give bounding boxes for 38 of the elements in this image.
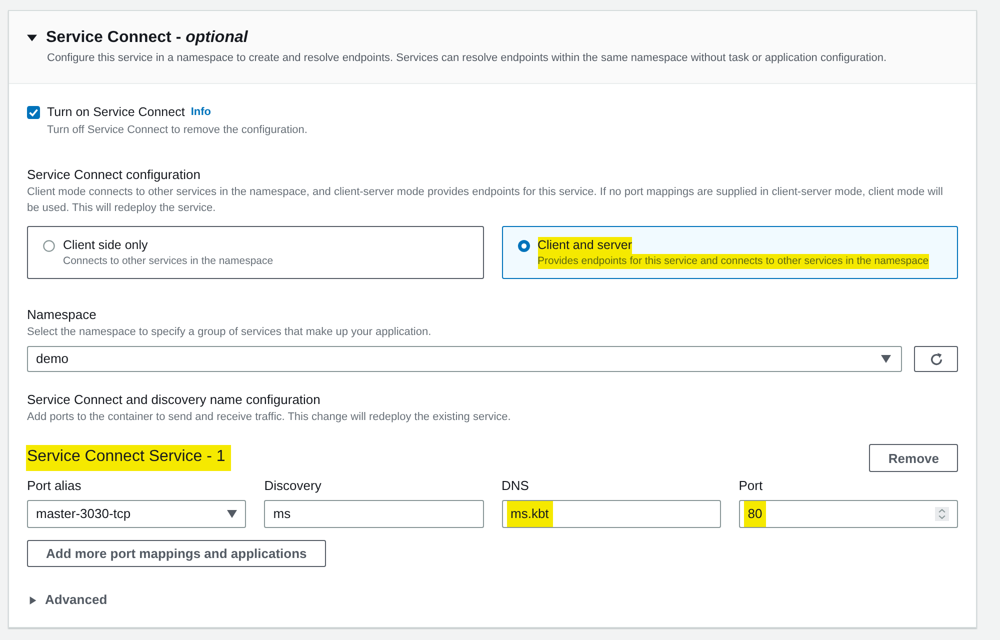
refresh-button[interactable] xyxy=(914,346,958,372)
option-label: Client and server xyxy=(538,237,632,254)
caret-icon xyxy=(881,355,891,363)
checkbox-label: Turn on Service Connect xyxy=(47,104,185,121)
field-label: Discovery xyxy=(264,477,322,495)
checkbox[interactable] xyxy=(27,106,40,118)
checkbox-description: Turn off Service Connect to remove the configuration. xyxy=(47,123,308,137)
add-mapping-button[interactable]: Add more port mappings and applications xyxy=(27,540,326,567)
number-field[interactable]: 80 xyxy=(738,500,958,528)
remove-button[interactable]: Remove xyxy=(869,444,958,472)
option-description: Connects to other services in the namespace xyxy=(63,254,274,269)
field-label: Service Connect configuration xyxy=(27,166,200,184)
field-label: DNS xyxy=(502,477,529,495)
input-field[interactable]: ms.kbt xyxy=(502,500,721,528)
refresh-icon xyxy=(928,352,944,366)
field-description: Select the namespace to specify a group of services that make up your application. xyxy=(27,325,432,340)
section-toggle[interactable]: Service Connect - optional xyxy=(27,29,248,47)
radio-card[interactable]: Client side only Connects to other services in the namespace xyxy=(27,226,484,279)
section-description: Configure this service in a namespace to create and resolve endpoints. Services can resolve endpoints within the same namespace without task or application configuration. xyxy=(47,51,888,65)
caret-icon xyxy=(227,510,238,518)
input-field[interactable]: ms xyxy=(264,500,484,528)
field-label: Port xyxy=(738,477,763,495)
service-heading: Service Connect Service - 1 xyxy=(26,445,232,471)
option-description: Provides endpoints for this service and connects to other services in the namespace xyxy=(538,254,929,269)
radio-button[interactable] xyxy=(43,240,55,252)
field-label: Namespace xyxy=(27,306,96,324)
radio-card[interactable]: Client and server Provides endpoints for this service and connects to other services in the namespace xyxy=(502,226,958,279)
radio-button[interactable] xyxy=(518,240,530,252)
port-alias-select[interactable]: master-3030-tcp xyxy=(27,500,246,528)
field-label: Service Connect and discovery name configuration xyxy=(27,391,320,409)
info-link[interactable]: Info xyxy=(190,106,211,118)
advanced-toggle[interactable]: Advanced xyxy=(27,591,108,609)
field-description: Add ports to the container to send and receive traffic. This change will redeploy the existing service. xyxy=(27,410,512,425)
field-label: Port alias xyxy=(27,477,82,495)
field-description: Client mode connects to other services in the namespace, and client-server mode provides endpoints for this service. If no port mappings are supplied in client-server mode, client mode will be used. This will redeploy the service. xyxy=(27,185,944,216)
namespace-select[interactable]: demo xyxy=(27,346,902,372)
stepper-icon[interactable] xyxy=(935,507,949,521)
option-label: Client side only xyxy=(63,237,148,254)
